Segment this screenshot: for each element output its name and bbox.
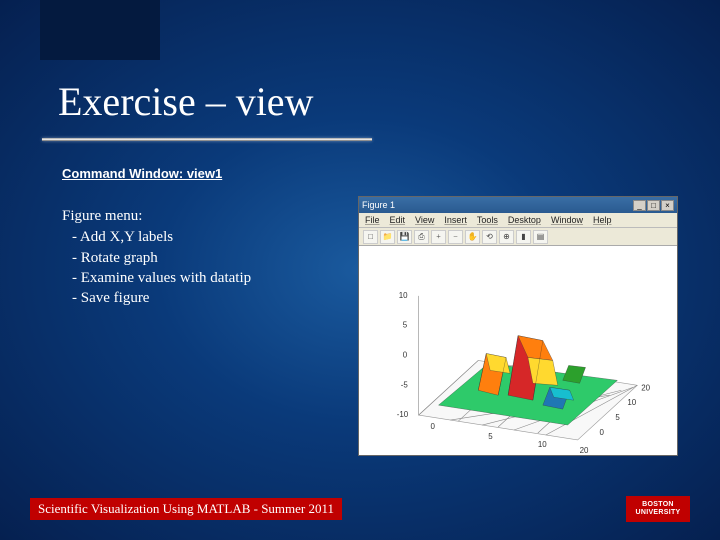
colorbar-icon[interactable]: ▮: [516, 230, 531, 244]
command-window-label: Command Window: view1: [62, 166, 222, 181]
menu-desktop[interactable]: Desktop: [508, 215, 541, 225]
window-titlebar[interactable]: Figure 1 _ □ ×: [359, 197, 677, 213]
xy-tick: 0: [431, 422, 436, 431]
rotate-icon[interactable]: ⟲: [482, 230, 497, 244]
figure-menu-item: - Save figure: [62, 288, 251, 308]
toolbar: □ 📁 💾 ⎙ + − ✋ ⟲ ⊕ ▮ ▤: [359, 228, 677, 246]
menu-window[interactable]: Window: [551, 215, 583, 225]
xy-tick: 0: [599, 428, 604, 437]
matlab-figure-window: Figure 1 _ □ × File Edit View Insert Too…: [358, 196, 678, 456]
new-icon[interactable]: □: [363, 230, 378, 244]
z-tick: 5: [403, 321, 408, 330]
pan-icon[interactable]: ✋: [465, 230, 480, 244]
xy-tick: 5: [615, 413, 620, 422]
xy-tick: 20: [580, 446, 589, 455]
close-button[interactable]: ×: [661, 200, 674, 211]
surface-plot-svg: 10 5 0 -5 -10 0 5 10 20 0 5 10 20: [359, 246, 677, 455]
menu-view[interactable]: View: [415, 215, 434, 225]
menu-insert[interactable]: Insert: [444, 215, 467, 225]
menu-tools[interactable]: Tools: [477, 215, 498, 225]
minimize-button[interactable]: _: [633, 200, 646, 211]
datatip-icon[interactable]: ⊕: [499, 230, 514, 244]
zoom-in-icon[interactable]: +: [431, 230, 446, 244]
z-tick: 0: [403, 350, 408, 359]
z-tick: 10: [399, 291, 408, 300]
xy-tick: 10: [627, 398, 636, 407]
figure-menu-heading: Figure menu:: [62, 206, 251, 226]
logo-text: BOSTON UNIVERSITY: [635, 501, 680, 516]
menu-bar: File Edit View Insert Tools Desktop Wind…: [359, 213, 677, 228]
maximize-button[interactable]: □: [647, 200, 660, 211]
menu-file[interactable]: File: [365, 215, 380, 225]
print-icon[interactable]: ⎙: [414, 230, 429, 244]
z-tick: -10: [397, 410, 409, 419]
legend-icon[interactable]: ▤: [533, 230, 548, 244]
figure-menu-item: - Examine values with datatip: [62, 268, 251, 288]
title-underline: [42, 138, 372, 141]
corner-decoration: [40, 0, 160, 60]
slide-title: Exercise – view: [58, 78, 313, 125]
z-tick: -5: [401, 380, 409, 389]
figure-menu-block: Figure menu: - Add X,Y labels - Rotate g…: [62, 206, 251, 308]
figure-menu-item: - Rotate graph: [62, 248, 251, 268]
xy-tick: 5: [488, 432, 493, 441]
save-icon[interactable]: 💾: [397, 230, 412, 244]
boston-university-logo: BOSTON UNIVERSITY: [626, 496, 690, 522]
zoom-out-icon[interactable]: −: [448, 230, 463, 244]
open-icon[interactable]: 📁: [380, 230, 395, 244]
xy-tick: 20: [641, 383, 650, 392]
plot-area[interactable]: 10 5 0 -5 -10 0 5 10 20 0 5 10 20: [359, 246, 677, 455]
menu-edit[interactable]: Edit: [390, 215, 406, 225]
xy-tick: 10: [538, 440, 547, 449]
window-title: Figure 1: [362, 200, 632, 210]
footer-caption: Scientific Visualization Using MATLAB - …: [30, 498, 342, 520]
figure-menu-item: - Add X,Y labels: [62, 227, 251, 247]
menu-help[interactable]: Help: [593, 215, 612, 225]
